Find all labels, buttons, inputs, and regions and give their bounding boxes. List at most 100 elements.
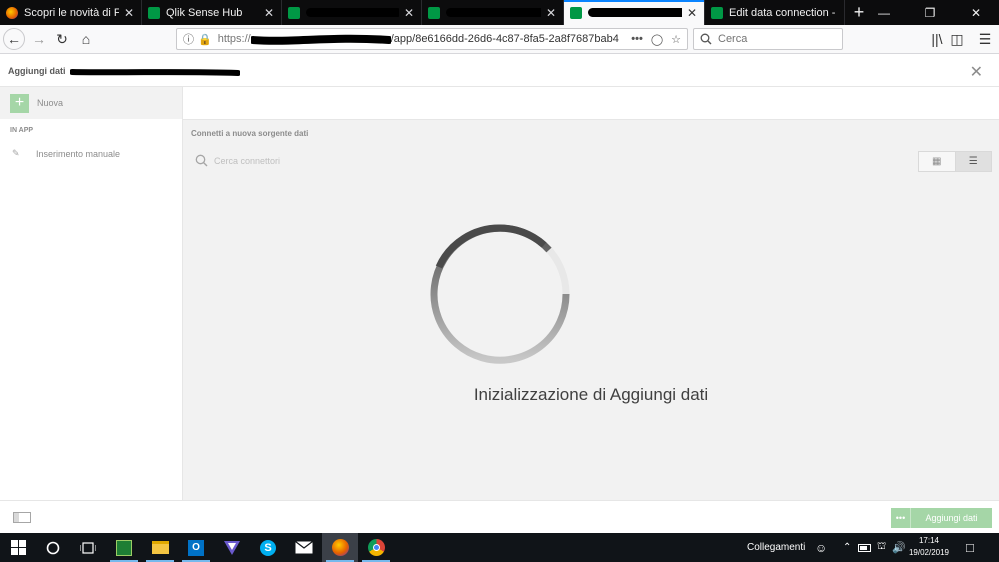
forward-icon[interactable]: → [27, 28, 51, 50]
circle-icon [46, 541, 60, 554]
chevron-up-icon[interactable]: ⌃ [843, 533, 851, 562]
connect-heading: Connetti a nuova sorgente dati [191, 129, 309, 138]
tab-edit-connection[interactable]: Edit data connection - Q [705, 0, 845, 25]
qlik-icon [148, 6, 160, 19]
cortana-search-icon[interactable] [35, 533, 71, 562]
close-tab-icon[interactable]: ✕ [686, 6, 698, 20]
page-title: Aggiungi dati [8, 65, 66, 76]
close-tab-icon[interactable]: ✕ [403, 6, 415, 20]
restore-icon[interactable]: ❐ [907, 0, 953, 25]
people-icon[interactable]: ☺ [815, 533, 827, 562]
windows-taskbar: O S Collegamenti ☺ ⌃ ⛫ 🔊 17:14 19/02/201… [0, 533, 999, 562]
page-actions-icon[interactable]: ••• [631, 33, 643, 45]
new-connection-label: Nuova [37, 98, 64, 108]
loading-text: Inizializzazione di Aggiungi dati [473, 385, 709, 404]
firefox-taskbar-icon[interactable] [322, 533, 358, 562]
add-data-label: Aggiungi dati [925, 513, 978, 523]
info-icon[interactable]: ⓘ [183, 31, 194, 47]
tab-title-redacted [588, 7, 682, 19]
manual-entry-label: Inserimento manuale [36, 148, 121, 159]
main-content: Connetti a nuova sorgente dati Cerca con… [183, 87, 999, 500]
skype-icon[interactable]: S [250, 533, 286, 562]
list-view-icon[interactable]: ☰ [955, 152, 991, 171]
v-shape-icon [224, 540, 240, 555]
plus-icon: + [10, 93, 29, 113]
sidebar-icon[interactable]: ◫ [945, 28, 969, 50]
mail-icon[interactable] [286, 533, 322, 562]
app-footer: ••• Aggiungi dati [0, 500, 999, 533]
chrome-icon[interactable] [358, 533, 394, 562]
tab-title: Scopri le novità di Firefox [24, 6, 119, 19]
grid-view-icon[interactable]: ▦ [919, 152, 956, 171]
tab-qlik-hub[interactable]: Qlik Sense Hub ✕ [142, 0, 282, 25]
close-tab-icon[interactable]: ✕ [123, 6, 135, 20]
sources-sidebar: + Nuova IN APP ✎ Inserimento manuale [0, 87, 183, 500]
add-data-button[interactable]: ••• Aggiungi dati [891, 508, 992, 528]
tab-title-redacted [306, 7, 399, 19]
tab-title-redacted [446, 7, 541, 19]
search-bar[interactable]: Cerca [693, 28, 843, 50]
search-icon [195, 154, 208, 167]
close-icon[interactable]: ✕ [970, 62, 983, 82]
task-view-glyph [80, 541, 96, 554]
app-v-icon[interactable] [214, 533, 250, 562]
tab-title: Edit data connection - Q [729, 6, 838, 19]
loading-spinner [430, 224, 570, 364]
section-in-app: IN APP [10, 127, 34, 134]
bookmark-star-icon[interactable]: ☆ [671, 33, 681, 46]
clock-date: 19/02/2019 [908, 548, 950, 557]
url-path: /app/8e6166dd-26d6-4c87-8fa5-2a8f7687bab… [390, 33, 619, 45]
close-tab-icon[interactable]: ✕ [263, 6, 275, 20]
toggle-sidebar-icon[interactable] [13, 512, 31, 523]
system-clock[interactable]: 17:14 19/02/2019 [904, 535, 954, 559]
reload-icon[interactable]: ↻ [50, 28, 74, 50]
back-icon[interactable]: ← [3, 28, 25, 50]
task-view-icon[interactable] [70, 533, 106, 562]
firefox-icon [6, 6, 18, 19]
redaction-mark [250, 34, 391, 45]
connector-search[interactable]: Cerca connettori [195, 154, 280, 167]
url-protocol: https:// [217, 33, 251, 45]
url-redacted [250, 32, 391, 46]
lock-icon[interactable]: 🔒 [198, 33, 212, 46]
tab-active-redacted[interactable]: ✕ [564, 0, 705, 25]
tab-firefox-news[interactable]: Scopri le novità di Firefox ✕ [0, 0, 142, 25]
manual-entry-item[interactable]: ✎ Inserimento manuale [0, 148, 182, 159]
close-tab-icon[interactable]: ✕ [545, 6, 557, 20]
view-toggle: ▦ ☰ [918, 151, 992, 172]
search-icon [700, 33, 712, 45]
more-options-icon[interactable]: ••• [891, 508, 911, 528]
qlik-icon [288, 6, 300, 19]
app-header: Aggiungi dati ✕ [0, 55, 999, 87]
qlik-icon [428, 6, 440, 19]
main-top-strip [183, 87, 999, 120]
home-icon[interactable]: ⌂ [74, 28, 98, 50]
connector-search-placeholder: Cerca connettori [214, 155, 281, 166]
tab-strip: Scopri le novità di Firefox ✕ Qlik Sense… [0, 0, 999, 25]
redaction-mark [68, 68, 241, 76]
network-label[interactable]: Collegamenti [747, 533, 805, 562]
windows-logo [10, 540, 26, 555]
qlik-icon [711, 6, 723, 19]
close-window-icon[interactable]: ✕ [953, 0, 999, 25]
envelope-icon [295, 541, 313, 554]
pencil-icon: ✎ [12, 148, 20, 158]
excel-app-icon[interactable] [106, 533, 142, 562]
new-connection-button[interactable]: + Nuova [0, 87, 182, 119]
outlook-icon[interactable]: O [178, 533, 214, 562]
navigation-bar: ← → ↻ ⌂ ⓘ 🔒 https:// /app/8e6166dd-26d6-… [0, 25, 999, 54]
notifications-icon[interactable]: □ [966, 533, 974, 562]
pocket-icon[interactable]: ◯ [651, 33, 663, 46]
search-placeholder: Cerca [718, 33, 748, 45]
tab-redacted-1[interactable]: ✕ [282, 0, 422, 25]
wifi-icon[interactable]: ⛫ [877, 533, 886, 562]
battery-icon[interactable] [858, 533, 871, 562]
minimize-icon[interactable]: — [861, 0, 907, 25]
file-explorer-icon[interactable] [142, 533, 178, 562]
app-name-redacted [68, 66, 241, 76]
url-bar[interactable]: ⓘ 🔒 https:// /app/8e6166dd-26d6-4c87-8fa… [176, 28, 688, 50]
tab-redacted-2[interactable]: ✕ [422, 0, 564, 25]
windows-start-icon[interactable] [0, 533, 36, 562]
clock-time: 17:14 [918, 536, 940, 545]
menu-icon[interactable]: ☰ [973, 28, 997, 50]
